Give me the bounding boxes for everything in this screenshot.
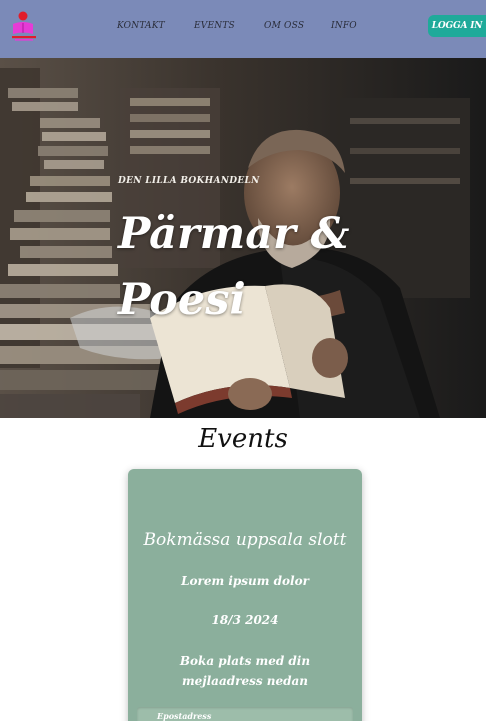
- events-heading: Events: [198, 424, 288, 454]
- event-subtitle: Lorem ipsum dolor: [181, 574, 309, 588]
- email-field-label: Epostadress: [157, 711, 212, 721]
- reader-logo-icon[interactable]: [9, 10, 39, 42]
- login-button[interactable]: LOGGA IN: [428, 15, 486, 37]
- nav-link-om-oss[interactable]: OM OSS: [264, 21, 304, 31]
- event-booking-instructions: Boka plats med din mejlaadress nedan: [179, 654, 311, 688]
- nav-link-info[interactable]: INFO: [331, 21, 357, 31]
- hero-title: Pärmar & Poesi: [118, 209, 350, 325]
- event-card: Bokmässa uppsala slott Lorem ipsum dolor…: [128, 469, 362, 721]
- event-date: 18/3 2024: [211, 613, 279, 627]
- nav-link-kontakt[interactable]: KONTAKT: [117, 21, 165, 31]
- event-title: Bokmässa uppsala slott: [143, 530, 347, 550]
- hero-kicker: DEN LILLA BOKHANDELN: [118, 176, 260, 186]
- hero-banner: DEN LILLA BOKHANDELN Pärmar & Poesi: [0, 58, 486, 418]
- nav-link-events[interactable]: EVENTS: [194, 21, 235, 31]
- top-nav-bar: KONTAKT EVENTS OM OSS INFO LOGGA IN: [0, 0, 486, 58]
